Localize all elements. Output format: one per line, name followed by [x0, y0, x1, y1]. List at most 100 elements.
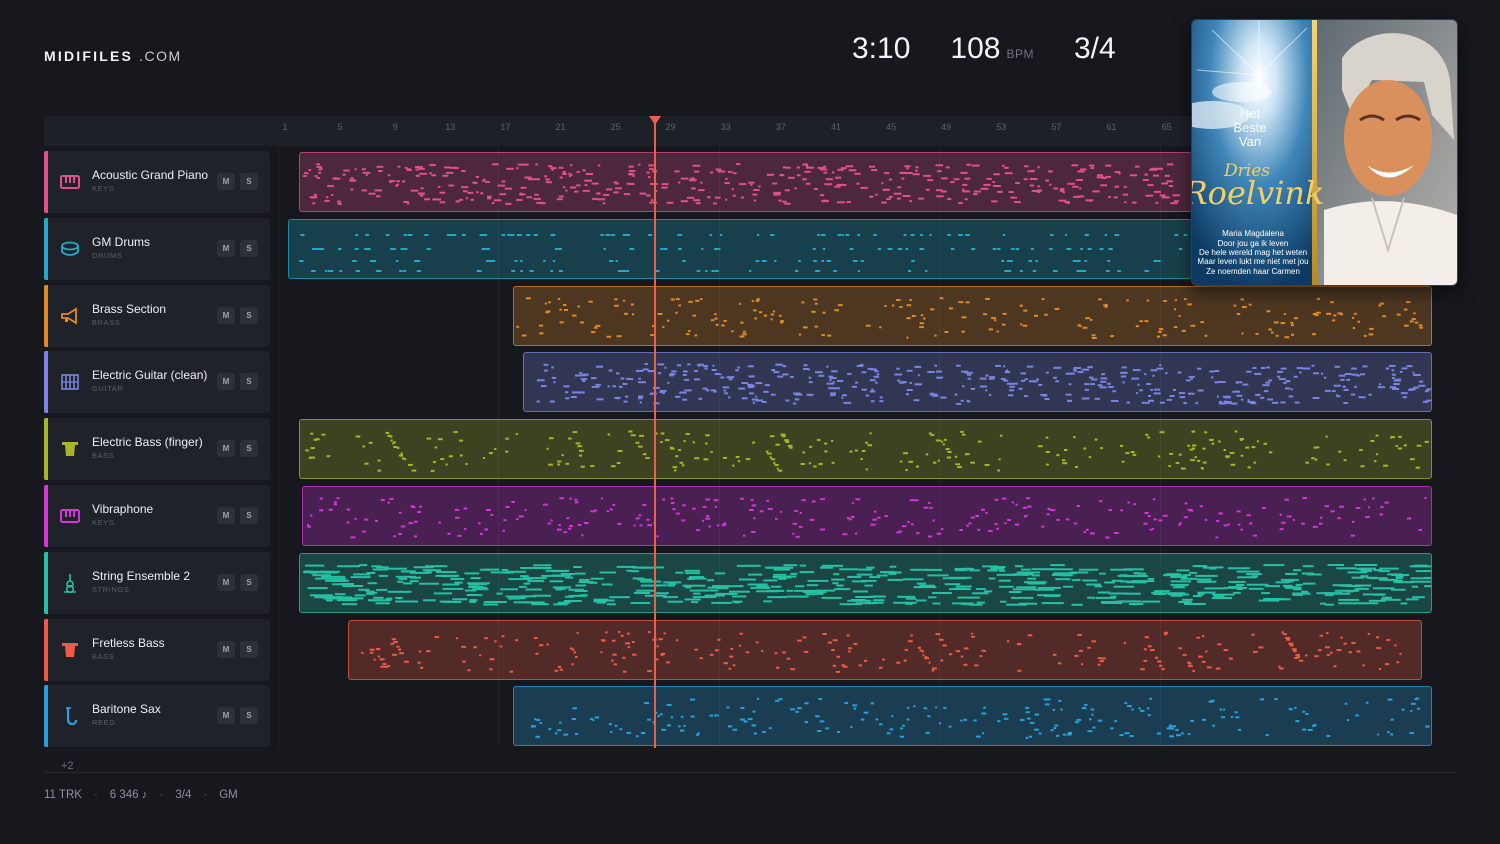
track-header[interactable]: GM Drums DRUMS M S — [44, 218, 270, 280]
track-color-stripe — [44, 351, 48, 413]
album-prefix-2: Beste — [1233, 120, 1266, 135]
track-category: BASS — [92, 451, 115, 460]
mute-button[interactable]: M — [217, 307, 235, 324]
track-header[interactable]: Electric Bass (finger) BASS M S — [44, 418, 270, 480]
track-color-stripe — [44, 151, 48, 213]
midi-clip[interactable] — [348, 620, 1422, 680]
ruler-tick: 41 — [830, 122, 842, 132]
midi-clip[interactable] — [513, 286, 1432, 346]
more-tracks-indicator[interactable]: +2 — [61, 760, 74, 772]
drum-icon — [60, 239, 80, 259]
album-prefix-3: Van — [1239, 134, 1261, 149]
track-header[interactable]: Fretless Bass BASS M S — [44, 619, 270, 681]
note-pattern — [516, 297, 1423, 339]
footer-meter: 3/4 — [175, 789, 192, 801]
track-category: KEYS — [92, 518, 115, 527]
track-header[interactable]: Electric Guitar (clean) GUITAR M S — [44, 351, 270, 413]
midi-standard: GM — [219, 789, 238, 801]
note-pattern — [302, 163, 1181, 205]
album-cover-art: Het Beste Van Dries Roelvink Maria Magda… — [1192, 20, 1457, 285]
solo-button[interactable]: S — [240, 641, 258, 658]
grid-line — [278, 146, 279, 748]
note-pattern — [299, 234, 1188, 272]
track-name: Electric Bass (finger) — [92, 435, 203, 449]
track-color-stripe — [44, 285, 48, 347]
solo-button[interactable]: S — [240, 173, 258, 190]
track-color-stripe — [44, 485, 48, 547]
mute-button[interactable]: M — [217, 574, 235, 591]
ruler-tick: 45 — [886, 122, 897, 132]
ruler-tick: 25 — [610, 122, 621, 132]
track-color-stripe — [44, 218, 48, 280]
ruler-tick: 17 — [500, 122, 511, 132]
track-color-stripe — [44, 552, 48, 614]
track-category: KEYS — [92, 184, 115, 193]
mute-button[interactable]: M — [217, 373, 235, 390]
brand-logo: MIDIFILES .COM — [44, 48, 182, 64]
solo-button[interactable]: S — [240, 507, 258, 524]
midi-clip[interactable] — [299, 152, 1192, 212]
mute-button[interactable]: M — [217, 173, 235, 190]
note-pattern — [531, 697, 1430, 739]
album-song-5: Ze noemden haar Carmen — [1206, 267, 1300, 276]
track-header[interactable]: Vibraphone KEYS M S — [44, 485, 270, 547]
midi-clip[interactable] — [299, 553, 1432, 613]
midi-clip[interactable] — [302, 486, 1432, 546]
mute-button[interactable]: M — [217, 440, 235, 457]
mute-button[interactable]: M — [217, 240, 235, 257]
guitar-fretboard-icon — [60, 372, 80, 392]
brand-domain: .COM — [139, 48, 182, 64]
track-name: Fretless Bass — [92, 636, 165, 650]
meter-display: 3/4 — [1073, 32, 1116, 65]
note-pattern — [361, 631, 1402, 673]
solo-button[interactable]: S — [240, 440, 258, 457]
playhead[interactable] — [654, 116, 656, 748]
midi-clip[interactable] — [513, 686, 1432, 746]
track-header[interactable]: Acoustic Grand Piano KEYS M S — [44, 151, 270, 213]
solo-button[interactable]: S — [240, 373, 258, 390]
ruler-tick: 13 — [445, 122, 456, 132]
midi-clip[interactable] — [288, 219, 1192, 279]
solo-button[interactable]: S — [240, 574, 258, 591]
track-category: STRINGS — [92, 585, 130, 594]
saxophone-icon — [60, 706, 80, 726]
midi-clip[interactable] — [523, 352, 1432, 412]
note-count: 6 346 ♪ — [109, 789, 148, 801]
mute-button[interactable]: M — [217, 707, 235, 724]
track-name: Acoustic Grand Piano — [92, 168, 209, 182]
ruler-tick: 29 — [665, 122, 676, 132]
mute-button[interactable]: M — [217, 641, 235, 658]
footer-stats: 11 TRK · 6 346 ♪ · 3/4 · GM — [44, 789, 238, 801]
fretless-bass-icon — [60, 640, 80, 660]
time-display: 3:10 — [852, 32, 911, 65]
track-name: String Ensemble 2 — [92, 569, 191, 583]
track-name: Brass Section — [92, 302, 167, 316]
album-song-2: Door jou ga ik leven — [1218, 239, 1289, 248]
track-category: BASS — [92, 652, 115, 661]
album-song-4: Maar leven lukt me niet met jou — [1197, 257, 1308, 266]
bpm-value: 108 — [950, 32, 1001, 65]
album-cover: Het Beste Van Dries Roelvink Maria Magda… — [1191, 19, 1458, 286]
solo-button[interactable]: S — [240, 707, 258, 724]
playhead-handle[interactable] — [649, 116, 661, 125]
album-song-3: De hele wereld mag het weten — [1199, 248, 1307, 257]
ruler-tick: 9 — [392, 122, 398, 132]
track-header[interactable]: Brass Section BRASS M S — [44, 285, 270, 347]
track-header[interactable]: Baritone Sax REED M S — [44, 685, 270, 747]
midi-clip[interactable] — [299, 419, 1432, 479]
brand-name: MIDIFILES — [44, 48, 134, 64]
transport-display: 3:10 108 BPM 3/4 — [852, 32, 1116, 66]
ruler-tick: 61 — [1106, 122, 1117, 132]
ruler-tick: 37 — [775, 122, 786, 132]
track-name: Vibraphone — [92, 502, 154, 516]
track-header[interactable]: String Ensemble 2 STRINGS M S — [44, 552, 270, 614]
solo-button[interactable]: S — [240, 240, 258, 257]
track-name: GM Drums — [92, 235, 150, 249]
solo-button[interactable]: S — [240, 307, 258, 324]
violin-icon — [60, 573, 80, 593]
ruler-tick: 49 — [941, 122, 952, 132]
album-artist-last: Roelvink — [1192, 174, 1324, 212]
track-category: REED — [92, 718, 116, 727]
mute-button[interactable]: M — [217, 507, 235, 524]
ruler-tick: 21 — [555, 122, 566, 132]
